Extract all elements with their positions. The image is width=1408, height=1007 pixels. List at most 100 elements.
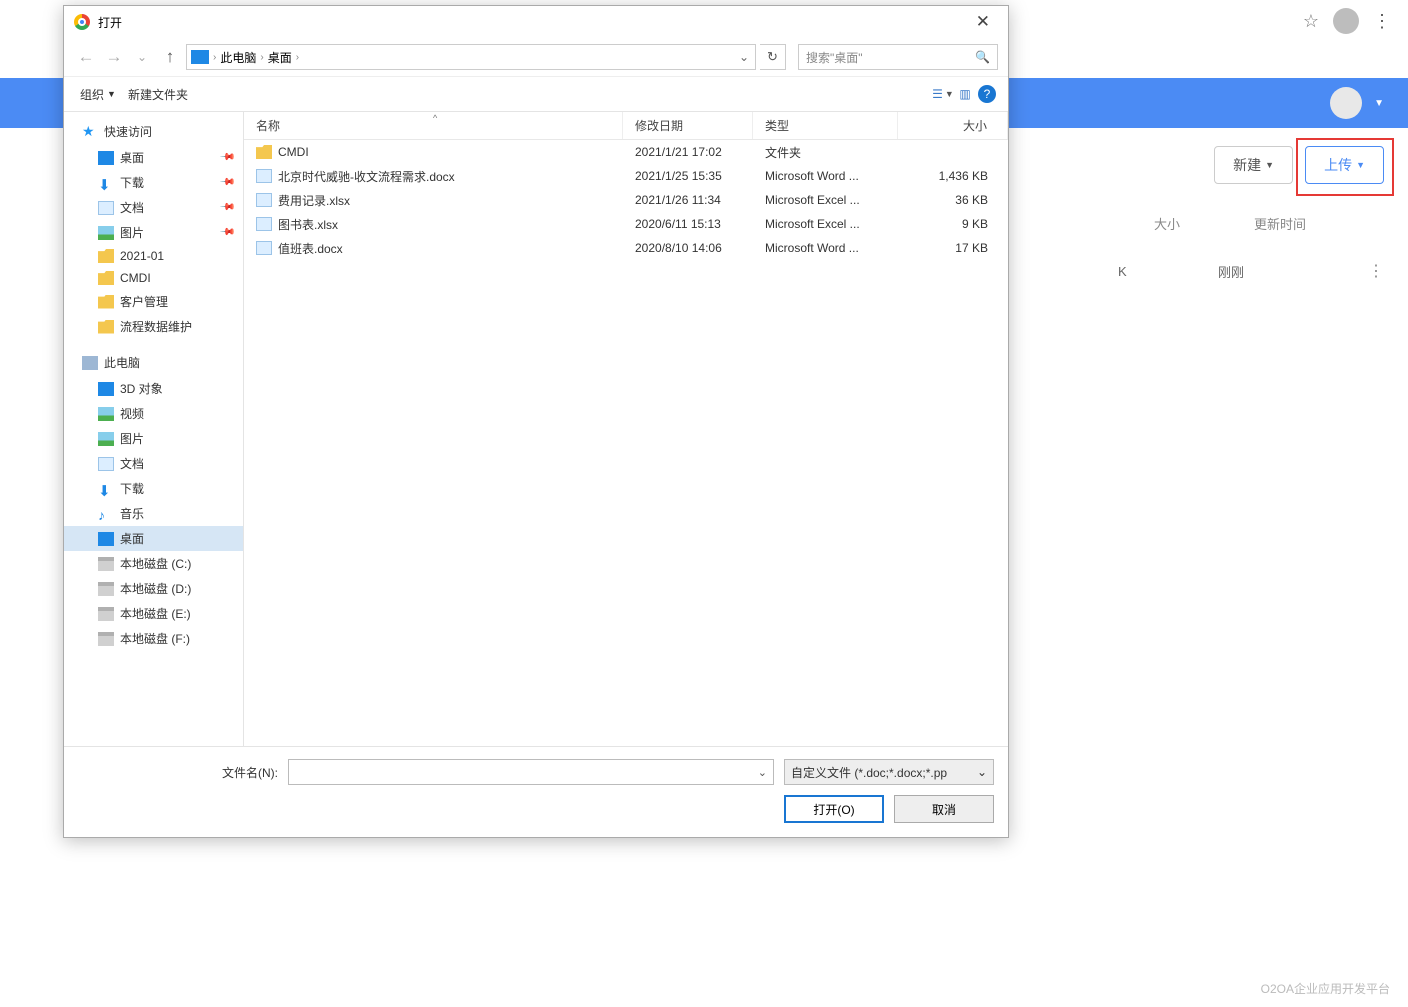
file-list-header: 名称 ^ 修改日期 类型 大小: [244, 112, 1008, 140]
tree-node[interactable]: 本地磁盘 (C:): [64, 551, 243, 576]
watermark-text: O2OA企业应用开发平台: [1261, 980, 1390, 997]
pc-icon: [82, 356, 98, 370]
file-open-dialog: 打开 ✕ ← → ⌄ ↑ › 此电脑 › 桌面 › ⌄ ↻ 搜索"桌面" 🔍 组…: [63, 5, 1009, 838]
preview-pane-button[interactable]: ▥: [954, 83, 976, 105]
col-date[interactable]: 修改日期: [623, 112, 753, 139]
tree-node[interactable]: 图片: [64, 426, 243, 451]
cancel-button[interactable]: 取消: [894, 795, 994, 823]
drive-icon: [98, 582, 114, 596]
nav-back-icon[interactable]: ←: [74, 47, 98, 67]
web-row[interactable]: K 刚刚 ⋮: [1118, 256, 1384, 286]
path-seg-pc[interactable]: 此电脑: [220, 49, 256, 66]
file-type: Microsoft Word ...: [753, 241, 898, 255]
tree-node-label: 下载: [120, 480, 144, 497]
refresh-button[interactable]: ↻: [760, 44, 786, 70]
tree-node[interactable]: 本地磁盘 (F:): [64, 626, 243, 651]
pic-icon: [98, 407, 114, 421]
file-type-filter[interactable]: 自定义文件 (*.doc;*.docx;*.pp ⌄: [784, 759, 994, 785]
drive-icon: [98, 557, 114, 571]
tree-node[interactable]: ⬇下载📌: [64, 170, 243, 195]
doc-icon: [256, 217, 272, 231]
tree-quick-access[interactable]: ★快速访问: [64, 118, 243, 145]
dialog-nav-row: ← → ⌄ ↑ › 此电脑 › 桌面 › ⌄ ↻ 搜索"桌面" 🔍: [64, 38, 1008, 76]
address-bar[interactable]: › 此电脑 › 桌面 › ⌄: [186, 44, 756, 70]
bookmark-star-icon[interactable]: ☆: [1303, 11, 1319, 32]
tree-node[interactable]: 桌面📌: [64, 145, 243, 170]
tree-node-label: 图片: [120, 224, 144, 241]
file-row[interactable]: 值班表.docx 2020/8/10 14:06 Microsoft Word …: [244, 236, 1008, 260]
view-mode-button[interactable]: ☰ ▼: [932, 83, 954, 105]
tree-node-label: 桌面: [120, 530, 144, 547]
file-type: Microsoft Excel ...: [753, 193, 898, 207]
tree-node[interactable]: 3D 对象: [64, 376, 243, 401]
doc-icon: [98, 201, 114, 215]
open-button[interactable]: 打开(O): [784, 795, 884, 823]
dialog-titlebar: 打开 ✕: [64, 6, 1008, 38]
tree-node[interactable]: 文档📌: [64, 195, 243, 220]
col-type[interactable]: 类型: [753, 112, 898, 139]
close-button[interactable]: ✕: [968, 8, 998, 36]
tree-node-label: 下载: [120, 174, 144, 191]
col-name[interactable]: 名称 ^: [244, 112, 623, 139]
tree-node-label: 图片: [120, 430, 144, 447]
tree-node[interactable]: 桌面: [64, 526, 243, 551]
file-row[interactable]: 图书表.xlsx 2020/6/11 15:13 Microsoft Excel…: [244, 212, 1008, 236]
file-row[interactable]: 费用记录.xlsx 2021/1/26 11:34 Microsoft Exce…: [244, 188, 1008, 212]
user-avatar[interactable]: [1330, 87, 1362, 119]
folder-icon: [98, 271, 114, 285]
user-menu-chevron-icon[interactable]: ▼: [1374, 98, 1384, 109]
path-seg-desktop[interactable]: 桌面: [268, 49, 292, 66]
tree-node-label: 3D 对象: [120, 380, 163, 397]
tree-node[interactable]: 本地磁盘 (D:): [64, 576, 243, 601]
tree-node[interactable]: 视频: [64, 401, 243, 426]
blue-sq-icon: [98, 151, 114, 165]
new-folder-button[interactable]: 新建文件夹: [122, 82, 194, 107]
browser-avatar[interactable]: [1333, 8, 1359, 34]
filter-text: 自定义文件 (*.doc;*.docx;*.pp: [791, 764, 947, 781]
drive-icon: [98, 632, 114, 646]
upload-button[interactable]: 上传 ▼: [1305, 146, 1384, 184]
col-size[interactable]: 大小: [898, 112, 1008, 139]
pin-icon: 📌: [218, 174, 235, 191]
browser-menu-icon[interactable]: ⋮: [1373, 11, 1390, 32]
tree-node[interactable]: 文档: [64, 451, 243, 476]
chevron-down-icon: ▼: [945, 89, 954, 99]
chevron-right-icon: ›: [213, 52, 216, 63]
new-button-label: 新建: [1233, 155, 1261, 175]
file-row[interactable]: 北京时代威驰-收文流程需求.docx 2021/1/25 15:35 Micro…: [244, 164, 1008, 188]
pic-icon: [98, 432, 114, 446]
filename-input[interactable]: ⌄: [288, 759, 774, 785]
doc-icon: [98, 457, 114, 471]
tree-node[interactable]: 流程数据维护: [64, 314, 243, 339]
search-placeholder: 搜索"桌面": [806, 49, 863, 66]
nav-recent-chevron-icon[interactable]: ⌄: [130, 50, 154, 64]
search-icon: 🔍: [975, 50, 990, 64]
file-row[interactable]: CMDI 2021/1/21 17:02 文件夹: [244, 140, 1008, 164]
file-name: CMDI: [278, 145, 309, 159]
col-update-time: 更新时间: [1254, 214, 1384, 233]
tree-node[interactable]: 客户管理: [64, 289, 243, 314]
tree-node[interactable]: ⬇下载: [64, 476, 243, 501]
tree-node[interactable]: ♪音乐: [64, 501, 243, 526]
tree-node[interactable]: 本地磁盘 (E:): [64, 601, 243, 626]
sort-indicator-icon: ^: [433, 113, 437, 123]
tree-node[interactable]: CMDI: [64, 267, 243, 289]
dialog-title-text: 打开: [98, 14, 122, 31]
tree-node[interactable]: 2021-01: [64, 245, 243, 267]
web-column-headers: 大小 更新时间: [1154, 210, 1384, 236]
tree-this-pc[interactable]: 此电脑: [64, 349, 243, 376]
tree-node-label: 音乐: [120, 505, 144, 522]
chrome-icon: [74, 14, 90, 30]
row-more-icon[interactable]: ⋮: [1348, 261, 1384, 281]
web-row-size: K: [1118, 264, 1218, 279]
tree-node-label: 2021-01: [120, 249, 164, 263]
tree-node-label: 流程数据维护: [120, 318, 192, 335]
organize-menu[interactable]: 组织 ▼: [74, 82, 122, 107]
file-name: 图书表.xlsx: [278, 216, 338, 233]
tree-node[interactable]: 图片📌: [64, 220, 243, 245]
search-input[interactable]: 搜索"桌面" 🔍: [798, 44, 998, 70]
nav-up-icon[interactable]: ↑: [158, 47, 182, 67]
new-button[interactable]: 新建 ▼: [1214, 146, 1293, 184]
help-button[interactable]: ?: [976, 83, 998, 105]
address-dropdown-icon[interactable]: ⌄: [739, 50, 755, 64]
